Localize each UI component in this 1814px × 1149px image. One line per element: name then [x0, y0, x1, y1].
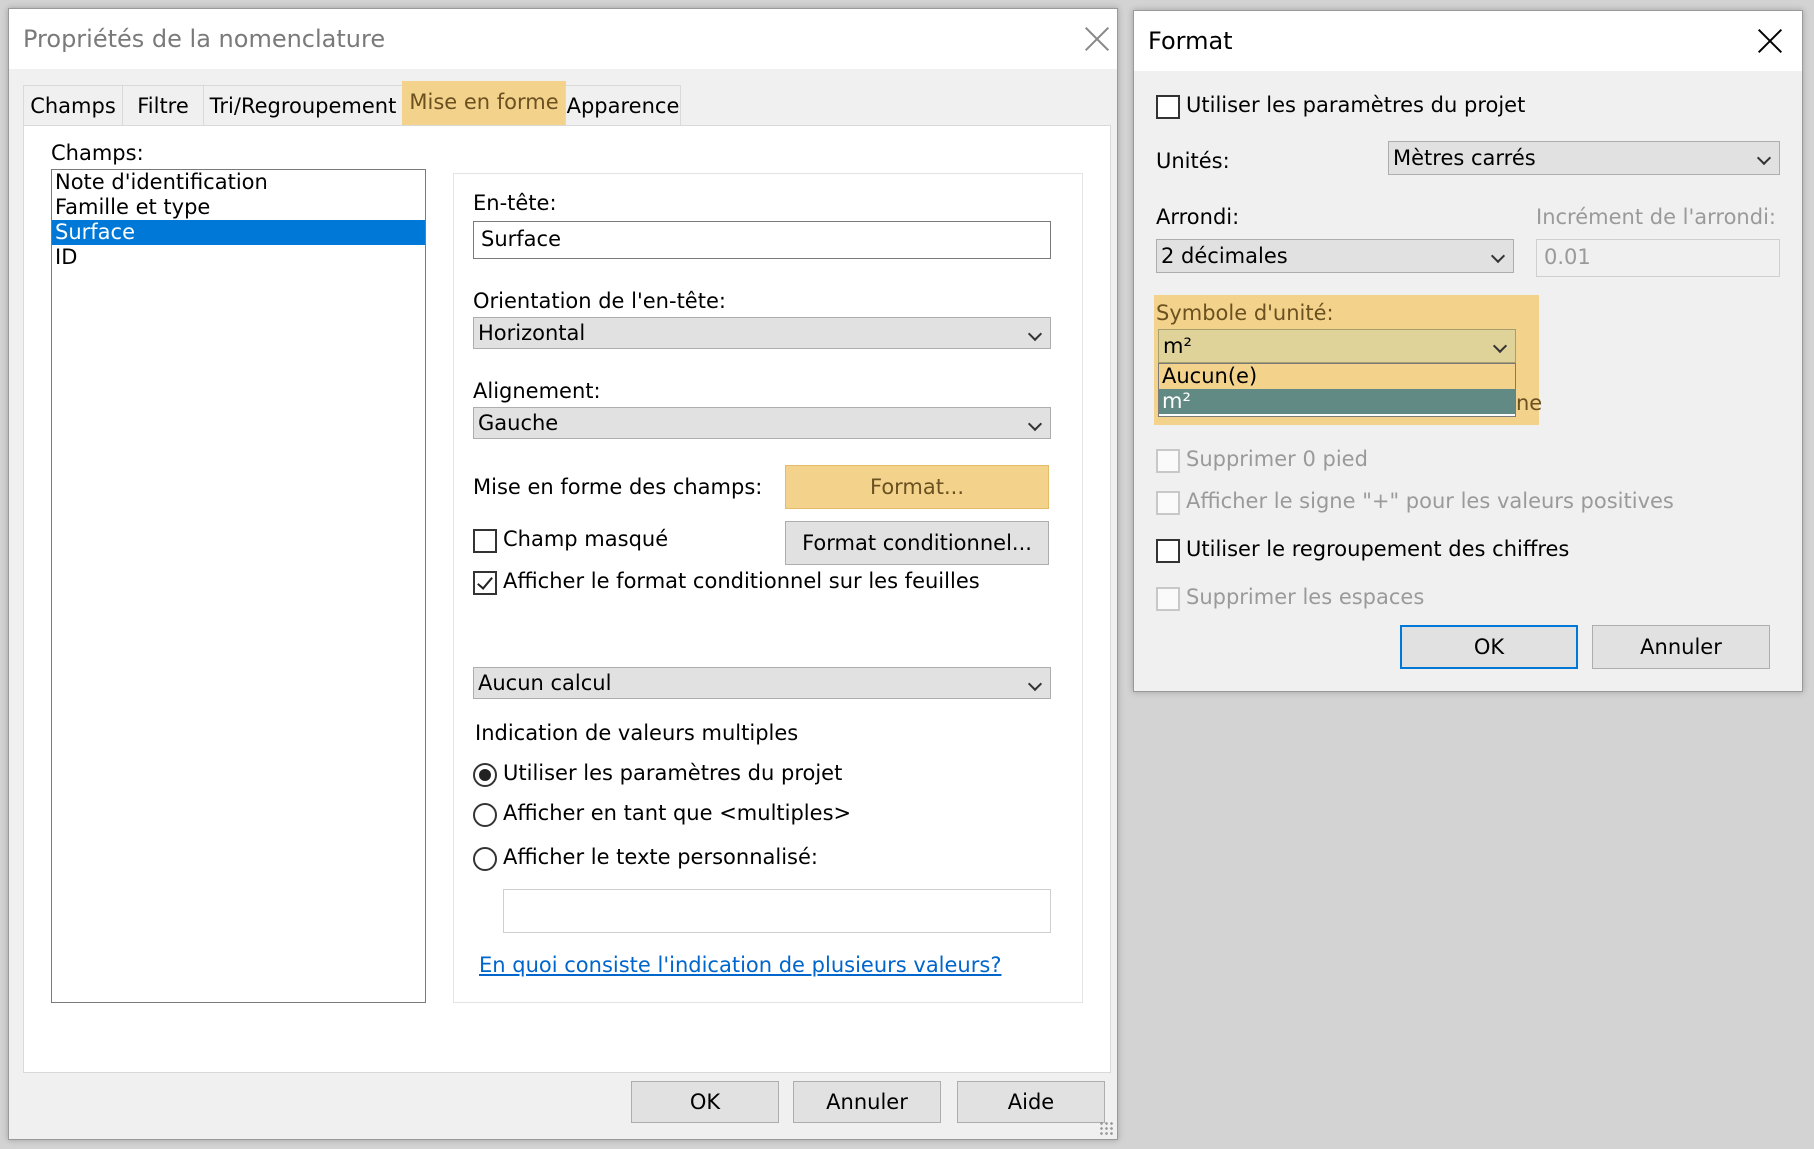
rounding-increment-label: Incrément de l'arrondi:: [1536, 205, 1776, 229]
ok-button[interactable]: OK: [631, 1081, 779, 1123]
multiple-values-heading: Indication de valeurs multiples: [475, 721, 799, 745]
list-item[interactable]: Note d'identification: [52, 170, 425, 195]
heading-orientation-label: Orientation de l'en-tête:: [473, 289, 726, 313]
show-conditional-checkbox[interactable]: [473, 571, 497, 595]
list-item[interactable]: ID: [52, 245, 425, 270]
alignment-label: Alignement:: [473, 379, 601, 403]
units-label: Unités:: [1156, 149, 1230, 173]
use-project-settings-label: Utiliser les paramètres du projet: [1186, 93, 1526, 117]
radio-show-multiples[interactable]: [473, 803, 497, 827]
title-bar: Propriétés de la nomenclature: [9, 9, 1117, 69]
hidden-field-label: Champ masqué: [503, 527, 669, 551]
close-icon[interactable]: [1083, 25, 1111, 53]
list-item[interactable]: Famille et type: [52, 195, 425, 220]
digit-grouping-checkbox[interactable]: [1156, 539, 1180, 563]
tab-fields[interactable]: Champs: [23, 85, 123, 125]
alignment-value: Gauche: [478, 411, 559, 435]
rounding-label: Arrondi:: [1156, 205, 1240, 229]
chevron-down-icon: [1027, 416, 1043, 432]
calculation-value: Aucun calcul: [478, 671, 612, 695]
heading-input[interactable]: Surface: [473, 221, 1051, 259]
rounding-increment-input: 0.01: [1536, 239, 1780, 277]
unit-symbol-dropdown[interactable]: Aucun(e) m²: [1158, 363, 1516, 417]
heading-orientation-value: Horizontal: [478, 321, 586, 345]
tab-sorting-grouping[interactable]: Tri/Regroupement: [203, 85, 403, 125]
format-cancel-button[interactable]: Annuler: [1592, 625, 1770, 669]
title-bar: Format: [1134, 11, 1802, 71]
suppress-zero-feet-label: Supprimer 0 pied: [1186, 447, 1368, 471]
calculation-select[interactable]: Aucun calcul: [473, 667, 1051, 699]
hidden-option-suffix: ne: [1516, 391, 1543, 415]
chevron-down-icon: [1756, 150, 1772, 166]
tab-appearance[interactable]: Apparence: [565, 85, 681, 125]
format-ok-button[interactable]: OK: [1400, 625, 1578, 669]
unit-symbol-value: m²: [1163, 334, 1192, 358]
units-select[interactable]: Mètres carrés: [1388, 141, 1780, 175]
resize-grip-icon[interactable]: [1099, 1121, 1113, 1135]
fields-listbox[interactable]: Note d'identification Famille et type Su…: [51, 169, 426, 1003]
show-conditional-label: Afficher le format conditionnel sur les …: [503, 569, 980, 593]
heading-orientation-select[interactable]: Horizontal: [473, 317, 1051, 349]
dropdown-option-m2[interactable]: m²: [1159, 389, 1515, 414]
help-button[interactable]: Aide: [957, 1081, 1105, 1123]
conditional-format-button[interactable]: Format conditionnel...: [785, 521, 1049, 565]
chevron-down-icon: [1492, 338, 1508, 354]
dialog-title: Propriétés de la nomenclature: [23, 25, 386, 53]
schedule-properties-dialog: Propriétés de la nomenclature Champs Fil…: [8, 8, 1118, 1140]
list-item-selected[interactable]: Surface: [52, 220, 425, 245]
radio-dot: [479, 769, 491, 781]
dialog-title: Format: [1148, 27, 1233, 55]
custom-text-input[interactable]: [503, 889, 1051, 933]
unit-symbol-label: Symbole d'unité:: [1156, 301, 1334, 325]
unit-symbol-select[interactable]: m²: [1158, 329, 1516, 363]
close-icon[interactable]: [1756, 27, 1784, 55]
radio-custom-text-label: Afficher le texte personnalisé:: [503, 845, 818, 869]
suppress-spaces-checkbox: [1156, 587, 1180, 611]
radio-show-multiples-label: Afficher en tant que <multiples>: [503, 801, 852, 825]
rounding-select[interactable]: 2 décimales: [1156, 239, 1514, 273]
suppress-zero-feet-checkbox: [1156, 449, 1180, 473]
fields-label: Champs:: [51, 141, 144, 165]
multiple-values-help-link[interactable]: En quoi consiste l'indication de plusieu…: [479, 953, 1001, 977]
alignment-select[interactable]: Gauche: [473, 407, 1051, 439]
heading-label: En-tête:: [473, 191, 557, 215]
rounding-value: 2 décimales: [1161, 244, 1288, 268]
show-plus-checkbox: [1156, 491, 1180, 515]
dropdown-option-none[interactable]: Aucun(e): [1159, 364, 1515, 389]
suppress-spaces-label: Supprimer les espaces: [1186, 585, 1425, 609]
checkmark-icon: [477, 573, 493, 590]
radio-project-settings[interactable]: [473, 763, 497, 787]
chevron-down-icon: [1027, 326, 1043, 342]
radio-project-settings-label: Utiliser les paramètres du projet: [503, 761, 843, 785]
tab-filter[interactable]: Filtre: [122, 85, 204, 125]
hidden-field-checkbox[interactable]: [473, 529, 497, 553]
cancel-button[interactable]: Annuler: [793, 1081, 941, 1123]
chevron-down-icon: [1027, 676, 1043, 692]
show-plus-label: Afficher le signe "+" pour les valeurs p…: [1186, 489, 1674, 513]
tab-formatting[interactable]: Mise en forme: [402, 81, 566, 125]
use-project-settings-checkbox[interactable]: [1156, 95, 1180, 119]
field-formatting-label: Mise en forme des champs:: [473, 475, 763, 499]
digit-grouping-label: Utiliser le regroupement des chiffres: [1186, 537, 1570, 561]
format-dialog: Format Utiliser les paramètres du projet…: [1133, 10, 1803, 692]
units-value: Mètres carrés: [1393, 146, 1536, 170]
format-button[interactable]: Format...: [785, 465, 1049, 509]
radio-custom-text[interactable]: [473, 847, 497, 871]
chevron-down-icon: [1490, 248, 1506, 264]
